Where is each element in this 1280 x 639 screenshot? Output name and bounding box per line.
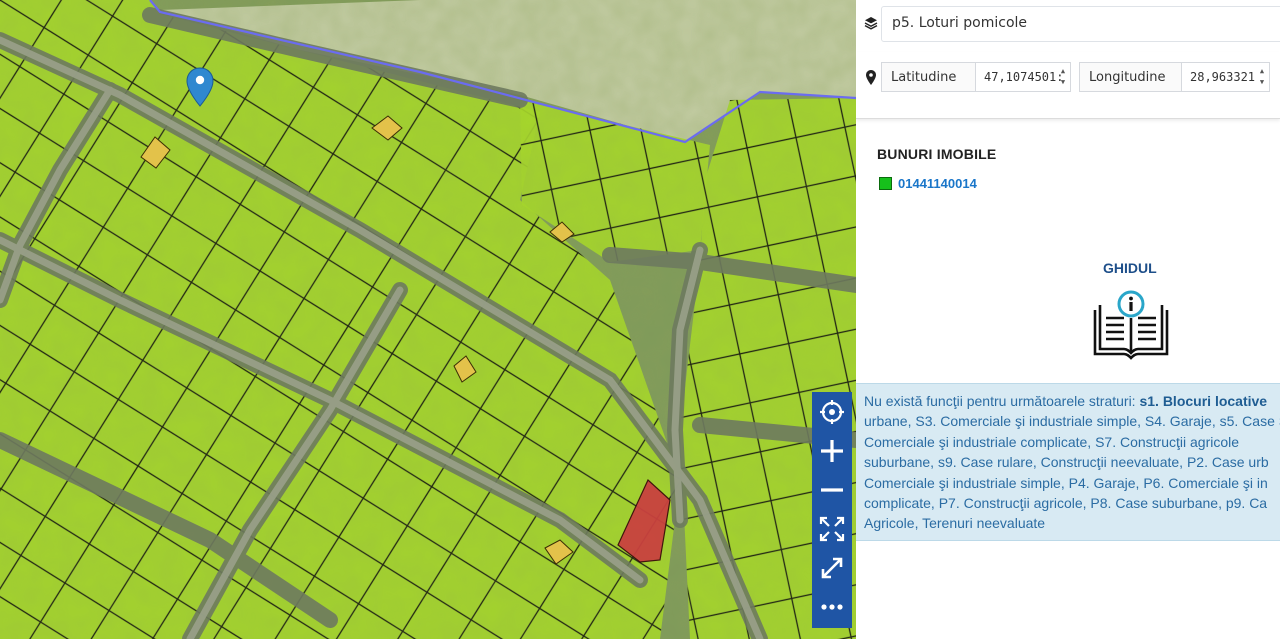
longitude-value: 28,963321 [1190,70,1256,84]
more-button[interactable] [812,587,852,626]
latitude-label: Latitudine [881,62,976,92]
longitude-label: Longitudine [1079,62,1182,92]
latitude-input[interactable]: 47,1074501: ▲ ▼ [975,62,1071,92]
info-panel: p5. Loturi pomicole Latitudine 47,107450… [856,0,1280,639]
parcel-map[interactable] [0,0,856,639]
fullscreen-button[interactable] [812,548,852,587]
ghidul-title: GHIDUL [1103,260,1157,276]
layer-select[interactable]: p5. Loturi pomicole [881,6,1280,42]
layers-icon [864,17,878,30]
notice-bold: s1. Blocuri locative [1139,393,1268,409]
locate-button[interactable] [812,392,852,431]
notice-text: Nu există funcţii pentru următoarele str… [864,391,1280,534]
zoom-out-button[interactable] [812,470,852,509]
fullscreen-icon [821,557,843,578]
fit-extent-button[interactable] [812,509,852,548]
guide-book-icon[interactable] [1091,288,1171,364]
map-controls [812,392,852,628]
coordinates-row: Latitudine 47,1074501: ▲ ▼ Longitudine 28… [856,52,1280,119]
zoom-out-icon [821,487,843,492]
longitude-input[interactable]: 28,963321 ▲ ▼ [1181,62,1270,92]
map-view[interactable] [0,0,856,639]
bunuri-title: BUNURI IMOBILE [877,146,997,162]
bunuri-item[interactable]: 01441140014 [879,174,977,192]
parcel-color-swatch [879,176,892,190]
latitude-value: 47,1074501: [984,70,1064,84]
zoom-in-icon [821,439,843,462]
notice-rest: urbane, S3. Comerciale şi industriale si… [864,413,1280,532]
zoom-in-button[interactable] [812,431,852,470]
fit-extent-icon [819,516,845,541]
latitude-spinner-icon[interactable]: ▲ ▼ [1058,66,1068,88]
layer-select-value: p5. Loturi pomicole [892,15,1028,31]
longitude-spinner-icon[interactable]: ▲ ▼ [1257,66,1267,88]
bunuri-item-link[interactable]: 01441140014 [898,176,977,191]
map-pin-icon [866,70,876,85]
layer-select-row: p5. Loturi pomicole [856,0,1280,48]
more-icon [821,603,843,610]
no-functions-notice: Nu există funcţii pentru următoarele str… [856,383,1280,541]
locate-icon [820,399,844,424]
notice-prefix: Nu există funcţii pentru următoarele str… [864,393,1140,409]
